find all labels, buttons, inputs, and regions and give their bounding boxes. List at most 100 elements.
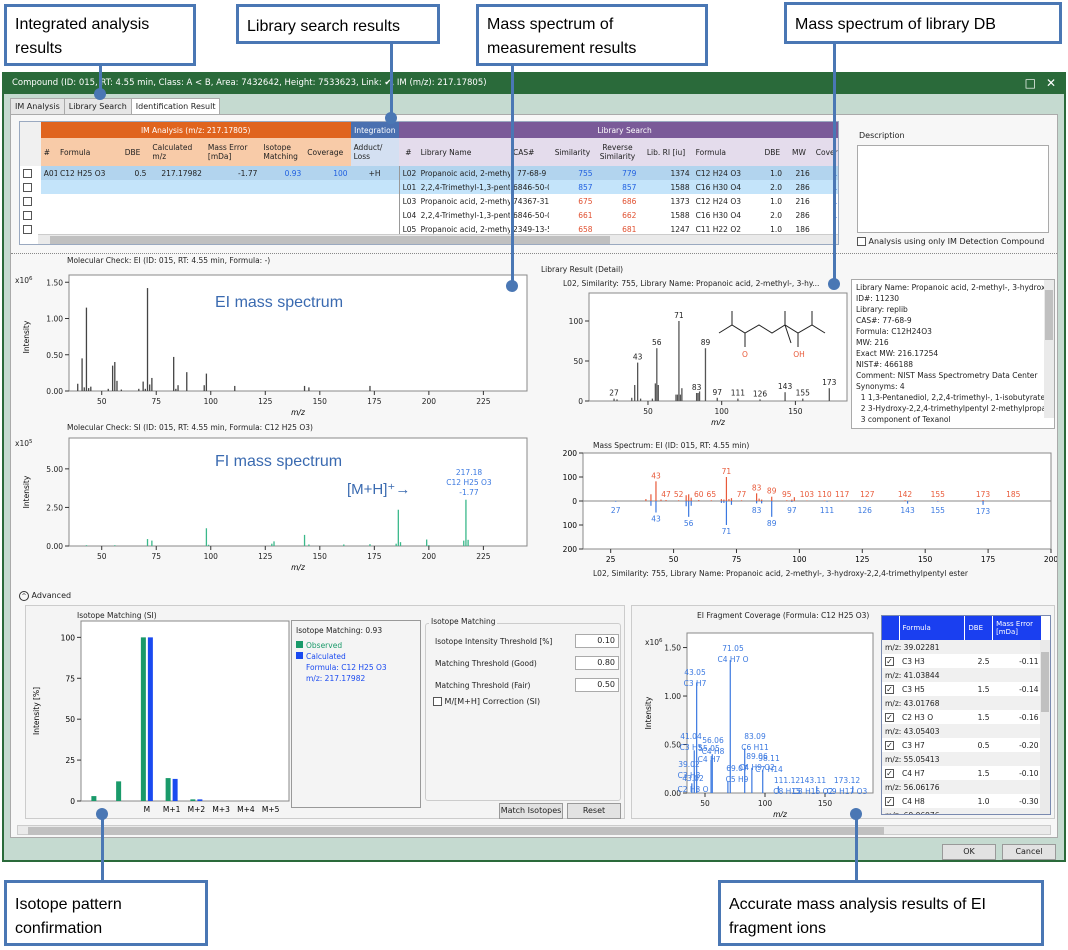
library-info-scrollbar[interactable] — [1044, 280, 1054, 418]
measured-peak-label: 117 — [835, 490, 850, 499]
table-row[interactable]: L042,2,4-Trimethyl-1,3-pentanedi6846-50-… — [20, 208, 838, 222]
fragment-checkbox[interactable]: ✓ — [882, 738, 899, 752]
col-header[interactable]: # — [399, 138, 418, 166]
col-header[interactable]: CAS# — [510, 138, 550, 166]
fragment-formula: C4 H8 — [902, 796, 925, 806]
fair-threshold-input[interactable]: 0.50 — [575, 678, 619, 692]
im-only-checkbox[interactable]: Analysis using only IM Detection Compoun… — [857, 237, 1044, 246]
ok-button[interactable]: OK — [942, 844, 996, 860]
close-icon[interactable]: ✕ — [1046, 76, 1056, 90]
fragment-row[interactable]: ✓ C2 H3 O 1.5 -0.16 — [882, 710, 1042, 724]
callout-dot — [850, 808, 862, 820]
fragment-checkbox[interactable]: ✓ — [882, 794, 899, 808]
fragment-mz-row: m/z: 55.05413 — [882, 752, 1042, 766]
correction-checkbox[interactable]: M/[M+H] Correction (SI) — [433, 697, 540, 706]
measured-peak-label: 77 — [737, 490, 747, 499]
fragment-row[interactable]: ✓ C4 H7 1.5 -0.10 — [882, 766, 1042, 780]
col-header[interactable]: Calculated m/z — [149, 138, 205, 166]
col-header[interactable]: DBE — [759, 138, 786, 166]
table-row[interactable]: A01C12 H25 O30.5217.17982-1.770.93100+HL… — [20, 166, 838, 180]
y-tick-label: 0.00 — [46, 387, 63, 396]
col-header[interactable]: DBE — [121, 138, 150, 166]
advanced-toggle[interactable]: ^ Advanced — [19, 591, 71, 601]
grid-cell: C16 H30 O4 — [695, 210, 742, 220]
callout-connector — [855, 814, 858, 880]
fragment-row[interactable]: ✓ C3 H7 0.5 -0.20 — [882, 738, 1042, 752]
fragment-checkbox[interactable]: ✓ — [882, 682, 899, 696]
main-horizontal-scrollbar[interactable] — [17, 825, 1051, 835]
row-checkbox[interactable] — [20, 208, 41, 222]
col-header[interactable]: Similarity — [549, 138, 596, 166]
col-header[interactable]: Library Name — [417, 138, 511, 166]
grid-cell: 686 — [622, 196, 637, 206]
fragment-formula: C3 H7 — [902, 740, 925, 750]
grid-cell: 1.0 — [770, 196, 783, 206]
peak-label: 71 — [674, 311, 684, 320]
fragment-error: -0.20 — [1019, 740, 1039, 750]
col-header[interactable]: Mass Error [mDa] — [992, 616, 1042, 640]
row-checkbox[interactable] — [20, 166, 41, 180]
col-header[interactable]: Reverse Similarity — [595, 138, 640, 166]
fragment-mz: m/z: 39.02281 — [882, 640, 1042, 654]
grid-horizontal-scrollbar[interactable] — [38, 234, 838, 244]
col-header[interactable]: # — [40, 138, 57, 166]
col-header[interactable]: Lib. RI [iu] — [639, 138, 693, 166]
row-checkbox[interactable] — [20, 180, 41, 194]
description-field[interactable] — [857, 145, 1049, 233]
table-row[interactable]: L03Propanoic acid, 2-methyl-, 2-e74367-3… — [20, 194, 838, 208]
grid-cell: Propanoic acid, 2-methyl-, 3-l — [417, 166, 511, 180]
callout-dot — [385, 112, 397, 124]
match-isotopes-button[interactable]: Match Isotopes — [499, 803, 563, 819]
fragment-row[interactable]: ✓ C3 H3 2.5 -0.11 — [882, 654, 1042, 668]
callout-text: Mass spectrum of library DB — [795, 16, 996, 33]
table-row[interactable]: L012,2,4-Trimethyl-1,3-pentanedi6846-50-… — [20, 180, 838, 194]
callout-isotope-pattern: Isotope pattern confirmation — [4, 880, 208, 946]
fragment-checkbox[interactable]: ✓ — [882, 766, 899, 780]
library-detail-label: Library Result (Detail) — [541, 265, 624, 274]
fragment-mz-row: m/z: 56.06176 — [882, 780, 1042, 794]
col-header[interactable]: MW — [785, 138, 813, 166]
tab-library-search[interactable]: Library Search — [63, 98, 132, 115]
callout-dot — [96, 808, 108, 820]
grid-cell: 1588 — [670, 210, 690, 220]
cancel-button[interactable]: Cancel — [1002, 844, 1056, 860]
threshold-input[interactable]: 0.10 — [575, 634, 619, 648]
peak-label: 155 — [796, 389, 811, 398]
col-header[interactable]: Isotope Matching — [260, 138, 305, 166]
col-header[interactable]: Formula — [692, 138, 760, 166]
col-header[interactable]: Adduct/ Loss — [350, 138, 400, 166]
fragment-mz-label: 69.07 — [726, 764, 748, 773]
fragment-dbe: 1.5 — [977, 712, 990, 722]
grid-cell: C12 H25 O3 — [56, 166, 122, 180]
tab-bar: IM Analysis Library Search Identificatio… — [10, 98, 221, 115]
maximize-icon[interactable]: □ — [1025, 76, 1036, 90]
x-tick-label: 225 — [476, 397, 491, 406]
grid-cell: 2.0 — [770, 210, 783, 220]
fragment-mz: m/z: 55.05413 — [882, 752, 1042, 766]
col-header[interactable]: Mass Error [mDa] — [204, 138, 261, 166]
row-checkbox[interactable] — [20, 194, 41, 208]
fragment-row[interactable]: ✓ C4 H8 1.0 -0.30 — [882, 794, 1042, 808]
isotope-settings-label: Isotope Matching — [429, 617, 498, 626]
reset-button[interactable]: Reset — [567, 803, 621, 819]
good-threshold-input[interactable]: 0.80 — [575, 656, 619, 670]
col-header[interactable]: Formula — [899, 616, 966, 640]
callout-dot — [828, 278, 840, 290]
fragment-checkbox[interactable]: ✓ — [882, 654, 899, 668]
grid-cell: L04 — [402, 210, 417, 220]
fragment-row[interactable]: ✓ C3 H5 1.5 -0.14 — [882, 682, 1042, 696]
fragment-checkbox[interactable]: ✓ — [882, 710, 899, 724]
grid-cell: C12 H24 O3 — [692, 166, 760, 180]
library-info-box[interactable]: Library Name: Propanoic acid, 2-methyl-,… — [851, 279, 1055, 429]
observed-swatch — [296, 641, 303, 648]
tab-identification-result[interactable]: Identification Result — [130, 98, 221, 115]
tab-im-analysis[interactable]: IM Analysis — [10, 98, 65, 115]
measured-peak-label: 173 — [976, 490, 991, 499]
library-peak-label: 89 — [767, 519, 777, 528]
splitter[interactable] — [11, 253, 1057, 254]
col-header[interactable]: DBE — [964, 616, 994, 640]
col-header[interactable]: Coverage — [304, 138, 351, 166]
fragment-table-scrollbar[interactable] — [1040, 640, 1050, 814]
y-tick-label: 0 — [572, 497, 577, 506]
col-header[interactable]: Formula — [56, 138, 122, 166]
